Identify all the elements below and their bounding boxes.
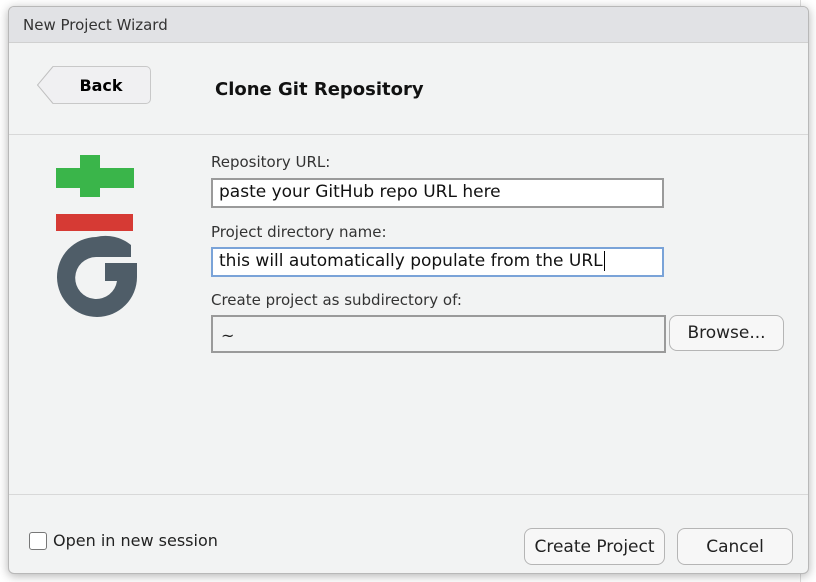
new-project-wizard-dialog: New Project Wizard Back Clone Git Reposi…	[8, 6, 809, 574]
open-new-session-checkbox[interactable]: Open in new session	[29, 531, 218, 550]
text-cursor: ​	[603, 251, 605, 271]
cancel-button[interactable]: Cancel	[677, 528, 793, 565]
dialog-title: New Project Wizard	[9, 7, 808, 43]
subdir-label: Create project as subdirectory of:	[211, 291, 462, 309]
open-new-session-label: Open in new session	[53, 531, 218, 550]
dir-name-input[interactable]: this will automatically populate from th…	[211, 247, 664, 277]
dir-name-value: this will automatically populate from th…	[219, 251, 603, 271]
create-project-button[interactable]: Create Project	[524, 528, 665, 565]
dir-name-label: Project directory name:	[211, 223, 387, 241]
checkbox-box[interactable]	[29, 531, 47, 550]
subdir-field[interactable]: ~	[211, 315, 666, 353]
page-title: Clone Git Repository	[215, 79, 424, 100]
browse-button[interactable]: Browse...	[669, 315, 784, 351]
back-button[interactable]: Back	[37, 66, 151, 104]
repo-url-label: Repository URL:	[211, 153, 331, 171]
repo-url-input[interactable]: paste your GitHub repo URL here	[211, 178, 664, 208]
dialog-footer: Open in new session Create Project Cance…	[9, 494, 808, 573]
git-icon	[56, 155, 137, 317]
wizard-header: Back Clone Git Repository	[9, 43, 808, 135]
